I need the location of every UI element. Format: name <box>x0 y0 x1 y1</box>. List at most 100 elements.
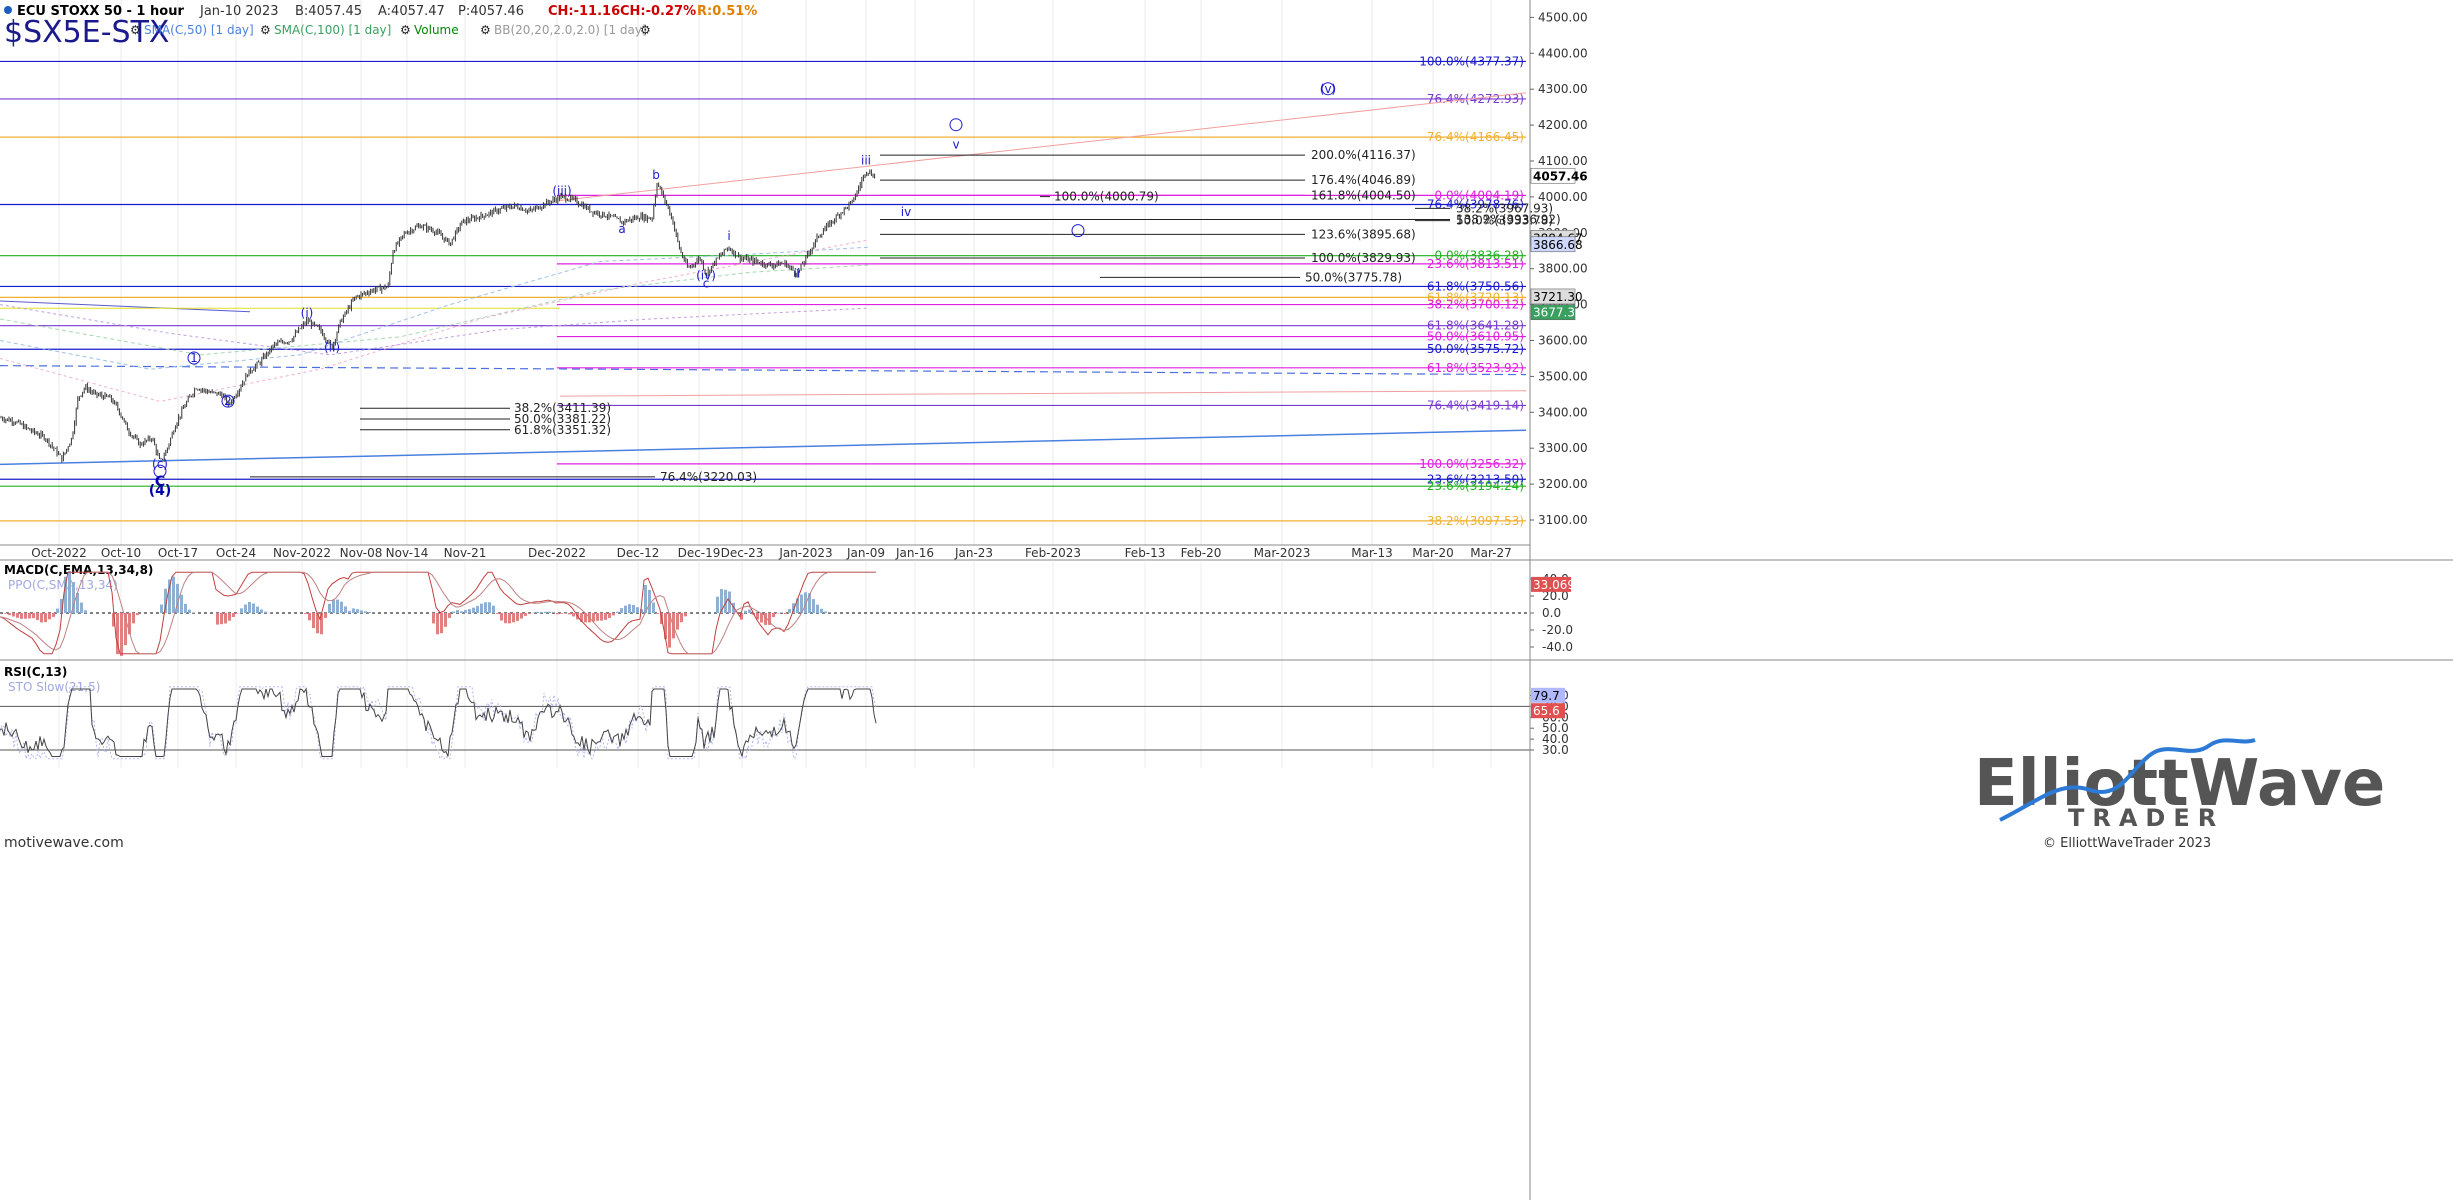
wave-label: iv <box>901 205 911 219</box>
wave-label: v <box>952 137 959 151</box>
macd-histogram-bar <box>816 605 819 613</box>
y-tick-label: 3500.00 <box>1538 369 1588 383</box>
macd-histogram-bar <box>784 613 787 614</box>
macd-histogram-bar <box>776 613 779 614</box>
y-tick-label: 3300.00 <box>1538 441 1588 455</box>
macd-histogram-bar <box>448 613 451 618</box>
fib-level-label: 76.4%(3419.14) <box>1427 398 1524 412</box>
macd-histogram-bar <box>348 611 351 613</box>
overlay-label[interactable]: SMA(C,100) [1 day] <box>274 23 391 37</box>
fib-level-label: 38.2%(3700.12) <box>1427 298 1524 312</box>
macd-histogram-bar <box>352 608 355 613</box>
macd-histogram-bar <box>456 610 459 613</box>
macd-histogram-bar <box>180 595 183 613</box>
rsi-value-label: 65.6 <box>1533 704 1560 718</box>
macd-histogram-bar <box>476 606 479 613</box>
x-tick-label: Feb-20 <box>1181 546 1222 560</box>
macd-histogram-bar <box>652 603 655 614</box>
macd-histogram-bar <box>360 610 363 613</box>
macd-histogram-bar <box>608 613 611 618</box>
y-tick-label: 3800.00 <box>1538 262 1588 276</box>
macd-histogram-bar <box>80 603 83 614</box>
macd-histogram-bar <box>556 613 559 614</box>
macd-histogram-bar <box>4 613 7 614</box>
macd-histogram-bar <box>480 604 483 613</box>
x-tick-label: Oct-2022 <box>31 546 87 560</box>
macd-histogram-bar <box>648 590 651 613</box>
macd-histogram-bar <box>244 605 247 614</box>
logo-bottom: TRADER <box>2068 804 2224 832</box>
y-tick-label: 3600.00 <box>1538 334 1588 348</box>
settings-dot[interactable] <box>4 6 12 14</box>
macd-histogram-bar <box>524 613 527 616</box>
macd-histogram-bar <box>592 613 595 622</box>
wave-label: b <box>652 168 660 182</box>
fib-segment-label: 50.0%(3775.78) <box>1305 270 1402 284</box>
macd-y-tick: 0.0 <box>1542 606 1561 620</box>
macd-histogram-bar <box>464 610 467 613</box>
y-tick-label: 3200.00 <box>1538 477 1588 491</box>
macd-histogram-bar <box>560 613 563 614</box>
macd-histogram-bar <box>228 613 231 621</box>
macd-y-tick: -40.0 <box>1542 640 1573 654</box>
overlay-list: ⚙SMA(C,50) [1 day]⚙SMA(C,100) [1 day]⚙Vo… <box>130 23 651 37</box>
macd-histogram-bar <box>636 607 639 613</box>
x-tick-label: Jan-16 <box>895 546 934 560</box>
wave-label: (iii) <box>552 184 571 198</box>
overlay-label[interactable]: Volume <box>414 23 459 37</box>
macd-histogram-bar <box>256 607 259 613</box>
y-tick-label: 4200.00 <box>1538 118 1588 132</box>
header-bid: B:4057.45 <box>295 4 362 19</box>
rsi-value-label: 79.7 <box>1533 689 1560 703</box>
chart-canvas[interactable]: 100.0%(4377.37)76.4%(4272.93)76.4%(4166.… <box>0 0 2453 1200</box>
wave-label: iii <box>861 154 871 168</box>
overlay-label[interactable]: BB(20,20,2.0,2.0) [1 day] <box>494 23 647 37</box>
macd-histogram-bar <box>676 613 679 630</box>
macd-histogram-bar <box>160 605 163 614</box>
overlay-gear-icon[interactable]: ⚙ <box>260 23 271 37</box>
macd-histogram-bar <box>656 613 659 614</box>
x-tick-label: Jan-09 <box>846 546 885 560</box>
logo-copyright: © ElliottWaveTrader 2023 <box>2043 836 2211 851</box>
macd-subtitle: PPO(C,SMA,13,34) <box>8 578 118 592</box>
fib-level-label: 23.6%(3194.24) <box>1427 479 1524 493</box>
macd-histogram-bar <box>772 613 775 617</box>
header-change-pct: CH:-0.27% <box>620 4 696 19</box>
macd-histogram-bar <box>824 612 827 614</box>
overlay-label[interactable]: SMA(C,50) [1 day] <box>144 23 254 37</box>
macd-histogram-bar <box>40 613 43 622</box>
macd-histogram-bar <box>132 613 135 623</box>
wave-label: ii <box>794 267 801 281</box>
x-tick-label: Dec-19 <box>678 546 721 560</box>
macd-histogram-bar <box>536 612 539 613</box>
macd-histogram-bar <box>820 609 823 613</box>
fib-level-label: 50.0%(3575.72) <box>1427 342 1524 356</box>
wave-label: c <box>703 276 710 290</box>
macd-histogram-bar <box>540 612 543 613</box>
fib-segment-label: 161.8%(4004.50) <box>1311 188 1416 202</box>
x-tick-label: Nov-2022 <box>273 546 331 560</box>
macd-histogram-bar <box>716 597 719 613</box>
overlay-gear-icon[interactable]: ⚙ <box>480 23 491 37</box>
rsi-y-tick: 30.0 <box>1542 743 1569 757</box>
y-tick-label: 4500.00 <box>1538 10 1588 24</box>
macd-histogram-bar <box>48 613 51 619</box>
macd-histogram-bar <box>264 612 267 613</box>
fib-level-label: 100.0%(3256.32) <box>1419 457 1524 471</box>
gear-icon[interactable]: ⚙ <box>640 23 651 37</box>
macd-histogram-bar <box>496 613 499 614</box>
macd-histogram-bar <box>596 613 599 621</box>
overlay-gear-icon[interactable]: ⚙ <box>400 23 411 37</box>
fib-level-label: 100.0%(4377.37) <box>1419 54 1524 68</box>
macd-histogram-bar <box>248 602 251 613</box>
header-range-pct: R:0.51% <box>697 4 757 19</box>
macd-histogram-bar <box>304 613 307 614</box>
macd-histogram-bar <box>324 613 327 618</box>
overlay-gear-icon[interactable]: ⚙ <box>130 23 141 37</box>
fib-level-label: 23.6%(3813.51) <box>1427 257 1524 271</box>
macd-histogram-bar <box>436 613 439 634</box>
header-change: CH:-11.16 <box>548 4 620 19</box>
fib-segment-label: 76.4%(3220.03) <box>660 470 757 484</box>
macd-histogram-bar <box>260 610 263 614</box>
wave-label: a <box>618 222 625 236</box>
